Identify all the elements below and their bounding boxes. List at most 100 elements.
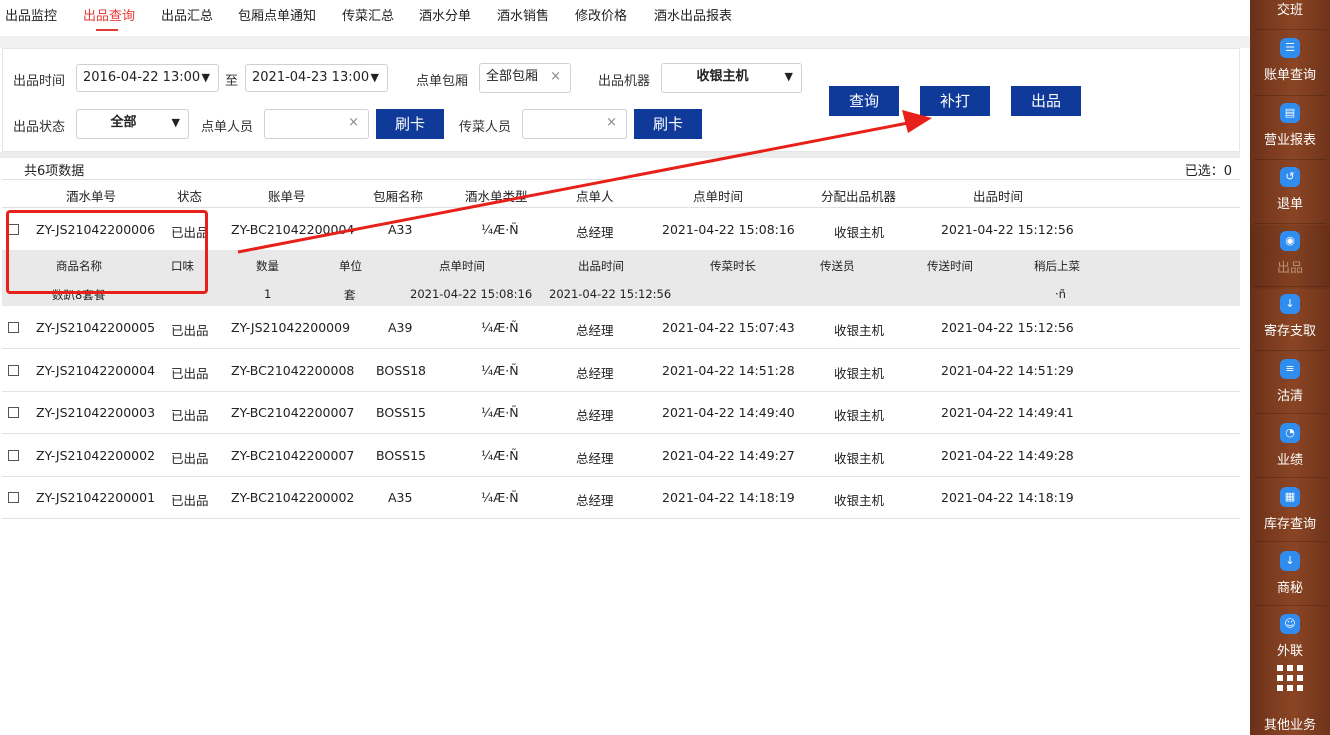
sub-col-serve-time: 传送时间 <box>927 259 973 273</box>
divider <box>1254 605 1326 606</box>
sidebar-item-other-business[interactable]: 其他业务 <box>1250 714 1330 733</box>
tab-drinks-output-report[interactable]: 酒水出品报表 <box>654 5 732 24</box>
table-row[interactable]: ZY-JS21042200003 已出品 ZY-BC21042200007 BO… <box>2 392 1240 434</box>
status: 已出品 <box>171 323 209 338</box>
out-time: 2021-04-22 14:49:28 <box>941 448 1074 463</box>
status-select[interactable]: 全部 ▼ <box>76 109 189 139</box>
orderer-input[interactable]: × <box>264 109 369 139</box>
row-checkbox[interactable] <box>8 450 19 461</box>
secretary-icon: ↓ <box>1280 551 1300 571</box>
clear-icon[interactable]: × <box>550 64 561 90</box>
sub-item-qty: 1 <box>264 287 272 301</box>
clear-icon: ≡ <box>1280 359 1300 379</box>
sidebar-item-label: 库存查询 <box>1263 517 1316 532</box>
status-label: 出品状态 <box>13 120 66 135</box>
orderer: 总经理 <box>576 323 614 338</box>
orderer: 总经理 <box>576 366 614 381</box>
sidebar-item-deposit[interactable]: ↓ 寄存支取 <box>1250 288 1330 352</box>
sub-item-order-time: 2021-04-22 15:08:16 <box>410 287 533 301</box>
col-status[interactable]: 状态 <box>177 186 202 205</box>
tab-output-monitor[interactable]: 出品监控 <box>5 5 57 24</box>
sidebar-item-sold-out[interactable]: ≡ 沽清 <box>1250 353 1330 417</box>
room-select[interactable]: 全部包厢 × <box>479 63 571 93</box>
col-machine[interactable]: 分配出品机器 <box>821 186 896 205</box>
sidebar-item-label: 商秘 <box>1276 581 1303 596</box>
sub-item-later: ·ñ <box>1055 287 1066 301</box>
tab-output-summary[interactable]: 出品汇总 <box>161 5 213 24</box>
room: A35 <box>388 490 413 505</box>
clear-icon[interactable]: × <box>606 110 617 136</box>
sidebar-item-output[interactable]: ◉ 出品 <box>1250 225 1330 289</box>
row-checkbox[interactable] <box>8 322 19 333</box>
col-out-time[interactable]: 出品时间 <box>973 186 1023 205</box>
reprint-button[interactable]: 补打 <box>920 86 990 116</box>
server-input[interactable]: × <box>522 109 627 139</box>
type: ¼Æ·Ñ <box>481 222 519 237</box>
sub-col-order-time: 点单时间 <box>439 259 485 273</box>
tab-drinks-split[interactable]: 酒水分单 <box>419 5 471 24</box>
sidebar-item-label: 沽清 <box>1276 389 1303 404</box>
tab-drinks-sales[interactable]: 酒水销售 <box>497 5 549 24</box>
drink-no: ZY-JS21042200003 <box>36 405 156 420</box>
sidebar-item-bill-query[interactable]: ☰ 账单查询 <box>1250 32 1330 96</box>
sidebar-item-stock-query[interactable]: ▦ 库存查询 <box>1250 481 1330 545</box>
room: A39 <box>388 320 413 335</box>
sub-item-unit: 套 <box>344 288 356 302</box>
handover-button[interactable]: 交班 <box>1250 0 1330 28</box>
table-row[interactable]: ZY-JS21042200002 已出品 ZY-BC21042200007 BO… <box>2 435 1240 477</box>
sidebar-item-label: 业绩 <box>1276 453 1303 468</box>
annotation-highlight-box <box>6 210 208 294</box>
col-type[interactable]: 酒水单类型 <box>465 186 528 205</box>
tab-room-order-notice[interactable]: 包厢点单通知 <box>238 5 316 24</box>
machine-select[interactable]: 收银主机 ▼ <box>661 63 802 93</box>
output-button[interactable]: 出品 <box>1011 86 1081 116</box>
sidebar-item-label: 外联 <box>1276 644 1303 659</box>
bill-no: ZY-BC21042200002 <box>231 490 355 505</box>
sidebar-item-business-report[interactable]: ▤ 营业报表 <box>1250 97 1330 161</box>
stock-icon: ▦ <box>1280 487 1300 507</box>
sidebar-item-performance[interactable]: ◔ 业绩 <box>1250 417 1330 481</box>
sidebar-item-label: 营业报表 <box>1263 133 1316 148</box>
to-label: 至 <box>225 74 239 89</box>
table-row[interactable]: ZY-JS21042200005 已出品 ZY-JS21042200009 A3… <box>2 307 1240 349</box>
main-panel: 出品监控 出品查询 出品汇总 包厢点单通知 传菜汇总 酒水分单 酒水销售 修改价… <box>0 0 1250 735</box>
col-orderer[interactable]: 点单人 <box>576 186 614 205</box>
type: ¼Æ·Ñ <box>481 448 519 463</box>
table-row[interactable]: ZY-JS21042200004 已出品 ZY-BC21042200008 BO… <box>2 350 1240 392</box>
swipe-card-button-server[interactable]: 刷卡 <box>634 109 702 139</box>
type: ¼Æ·Ñ <box>481 363 519 378</box>
sidebar-item-label: 账单查询 <box>1263 68 1316 83</box>
sidebar-item-contacts[interactable]: ☺ 外联 <box>1250 608 1330 672</box>
col-drink-no[interactable]: 酒水单号 <box>66 186 116 205</box>
sidebar-item-refund[interactable]: ↺ 退单 <box>1250 161 1330 225</box>
room-label: 点单包厢 <box>416 74 469 89</box>
out-time: 2021-04-22 15:12:56 <box>941 320 1074 335</box>
orderer-label: 点单人员 <box>201 120 254 135</box>
time-start-select[interactable]: 2016-04-22 13:00 ▼ <box>76 64 219 92</box>
order-time: 2021-04-22 15:07:43 <box>662 320 795 335</box>
clear-icon[interactable]: × <box>348 110 359 136</box>
col-order-time[interactable]: 点单时间 <box>693 186 743 205</box>
time-end-select[interactable]: 2021-04-23 13:00 ▼ <box>245 64 388 92</box>
query-button[interactable]: 查询 <box>829 86 899 116</box>
machine-value: 收银主机 <box>696 69 749 84</box>
sidebar-item-secretary[interactable]: ↓ 商秘 <box>1250 545 1330 609</box>
row-checkbox[interactable] <box>8 492 19 503</box>
tab-modify-price[interactable]: 修改价格 <box>575 5 627 24</box>
server-label: 传菜人员 <box>459 120 512 135</box>
divider <box>1254 29 1326 30</box>
tab-serving-summary[interactable]: 传菜汇总 <box>342 5 394 24</box>
machine: 收银主机 <box>834 225 885 240</box>
divider <box>1254 541 1326 542</box>
row-checkbox[interactable] <box>8 407 19 418</box>
out-time: 2021-04-22 14:49:41 <box>941 405 1074 420</box>
drink-no: ZY-JS21042200005 <box>36 320 156 335</box>
row-checkbox[interactable] <box>8 365 19 376</box>
col-bill-no[interactable]: 账单号 <box>268 186 306 205</box>
swipe-card-button-orderer[interactable]: 刷卡 <box>376 109 444 139</box>
tab-output-query[interactable]: 出品查询 <box>83 5 135 24</box>
col-room[interactable]: 包厢名称 <box>373 186 423 205</box>
bill-icon: ☰ <box>1280 38 1300 58</box>
table-row[interactable]: ZY-JS21042200001 已出品 ZY-BC21042200002 A3… <box>2 477 1240 519</box>
grid-icon[interactable] <box>1277 665 1303 691</box>
